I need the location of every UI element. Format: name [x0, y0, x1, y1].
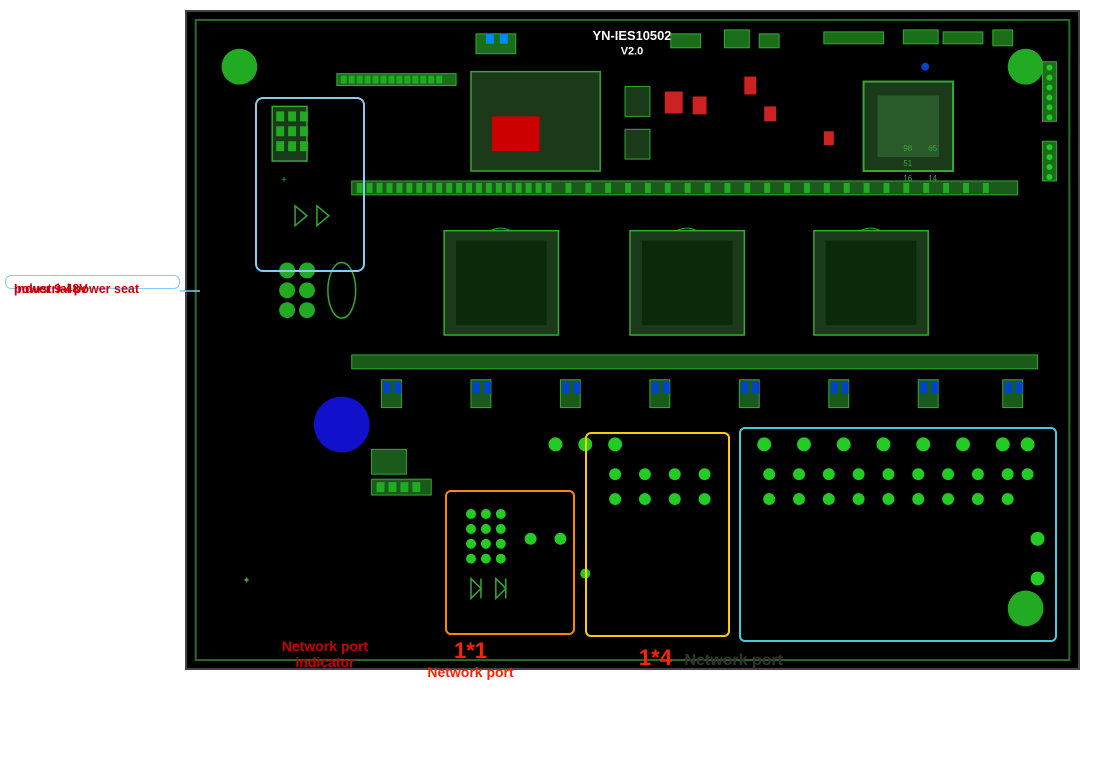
svg-text:V2.0: V2.0 — [621, 46, 643, 58]
svg-text:✦: ✦ — [242, 576, 250, 587]
svg-text:YN-IES10502: YN-IES10502 — [593, 28, 672, 43]
network-1x4-label: 1*4 Network port — [552, 645, 870, 671]
network-port-indicator-label: Network port indicator — [260, 638, 390, 670]
svg-text:51: 51 — [903, 159, 912, 168]
network-1x1-label: 1*1 Network port — [398, 638, 543, 680]
svg-text:65: 65 — [928, 144, 937, 153]
svg-text:+: + — [281, 175, 287, 186]
svg-text:98: 98 — [903, 144, 912, 153]
svg-text:14: 14 — [928, 174, 937, 183]
pcb-board: YN-IES10502 V2.0 — [185, 10, 1080, 670]
svg-text:16: 16 — [903, 174, 912, 183]
power-label-text2: power 9-48V — [14, 282, 88, 296]
